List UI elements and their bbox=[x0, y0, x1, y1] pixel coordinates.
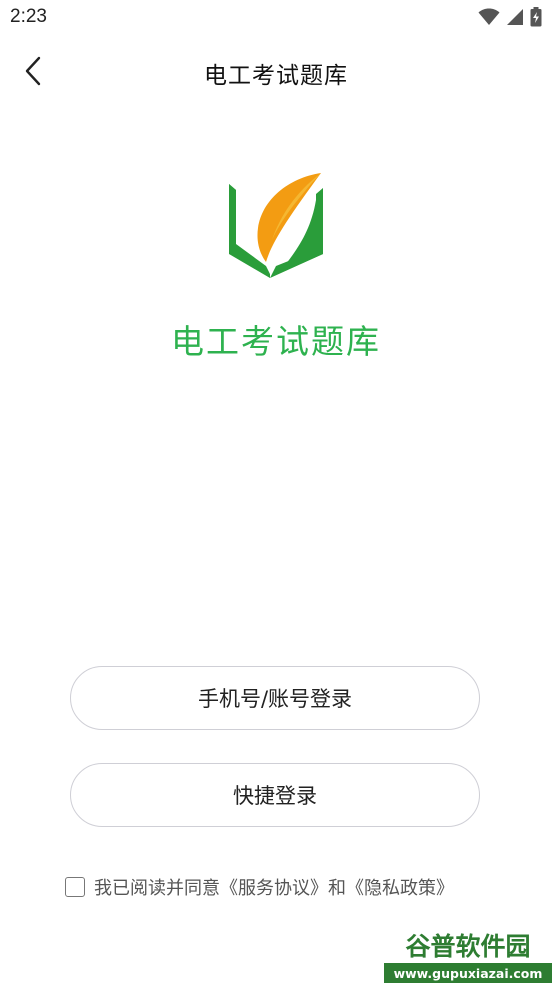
agreement-conjunction: 和 bbox=[328, 878, 346, 899]
watermark-url: www.gupuxiazai.com bbox=[394, 966, 543, 981]
page-title: 电工考试题库 bbox=[204, 63, 348, 89]
agreement-row: 我已阅读并同意 《服务协议》 和 《隐私政策》 bbox=[65, 874, 454, 900]
app-name: 电工考试题库 bbox=[171, 322, 381, 361]
status-time: 2:23 bbox=[10, 6, 47, 27]
status-bar: 2:23 bbox=[0, 0, 552, 36]
watermark-logo: 谷普软件园 www.gupuxiazai.com bbox=[384, 925, 552, 983]
login-screen: 2:23 电工考试题库 电工考试题库 手机号/账号登录 快捷登录 我已阅读并同意… bbox=[0, 0, 552, 983]
agreement-checkbox[interactable] bbox=[65, 877, 85, 897]
battery-charging-icon bbox=[530, 7, 542, 27]
wifi-icon bbox=[478, 8, 500, 25]
privacy-link[interactable]: 《隐私政策》 bbox=[346, 874, 454, 900]
title-bar: 电工考试题库 bbox=[0, 44, 552, 98]
agreement-prefix: 我已阅读并同意 bbox=[94, 878, 220, 899]
signal-icon bbox=[507, 9, 523, 25]
quick-login-button[interactable]: 快捷登录 bbox=[70, 763, 480, 827]
watermark-title: 谷普软件园 bbox=[405, 932, 530, 961]
app-logo bbox=[229, 173, 323, 278]
phone-login-button[interactable]: 手机号/账号登录 bbox=[70, 666, 480, 730]
status-icons bbox=[478, 7, 542, 27]
terms-link[interactable]: 《服务协议》 bbox=[220, 874, 328, 900]
